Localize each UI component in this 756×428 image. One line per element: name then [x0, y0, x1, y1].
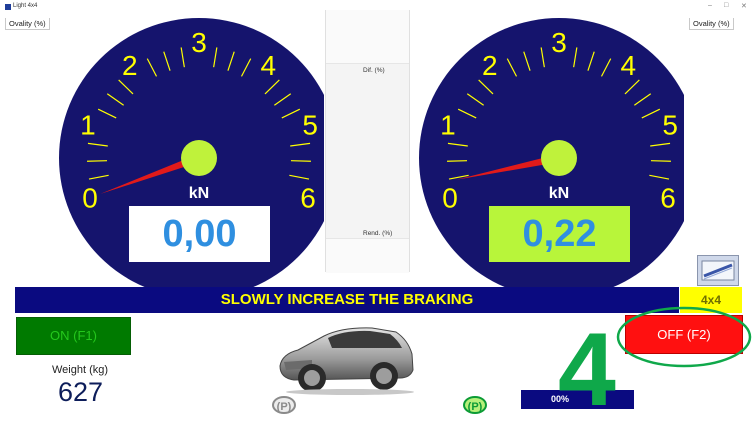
gauge-scale-label: 1 — [80, 110, 96, 141]
gauge-scale-label: 2 — [122, 50, 138, 81]
car-image — [279, 327, 414, 395]
gauge-tick — [290, 160, 311, 162]
gauge-unit-label: kN — [189, 185, 209, 202]
gauge-scale-label: 6 — [660, 183, 676, 214]
right-force-readout: 0,22 — [489, 206, 630, 262]
gauge-unit-label: kN — [549, 185, 569, 202]
status-banner: SLOWLY INCREASE THE BRAKING — [15, 287, 679, 313]
gauge-scale-label: 6 — [300, 183, 316, 214]
gauge-tick — [447, 160, 468, 162]
gauge-scale-label: 2 — [482, 50, 498, 81]
window-title: Light 4x4 — [13, 3, 38, 9]
pen-icon — [701, 260, 735, 281]
parking-brake-left-icon: (P) — [272, 396, 296, 414]
left-gauge: 0 1 2 3 4 5 6 kN 0,00 — [17, 10, 324, 287]
gauge-scale-label: 3 — [551, 27, 567, 58]
maximize-button[interactable]: □ — [724, 2, 728, 9]
gauge-scale-label: 4 — [620, 50, 636, 81]
gauge-tick — [87, 160, 108, 162]
gauge-hub — [181, 140, 217, 176]
gauge-scale-label: 0 — [442, 183, 458, 214]
edit-button[interactable] — [697, 255, 739, 286]
left-force-readout: 0,00 — [129, 206, 270, 262]
gauge-tick — [650, 160, 671, 162]
close-button[interactable]: ✕ — [741, 2, 747, 10]
right-gauge: 0 1 2 3 4 5 6 kN 0,22 — [377, 10, 684, 287]
step-number: 4 — [558, 312, 616, 428]
on-button[interactable]: ON (F1) — [16, 317, 131, 355]
gauge-scale-label: 4 — [260, 50, 276, 81]
gauge-scale-label: 5 — [662, 110, 678, 141]
ovality-right-label: Ovality (%) — [689, 18, 734, 30]
gauge-hub — [541, 140, 577, 176]
gauge-scale-label: 3 — [191, 27, 207, 58]
parking-brake-right-icon: (P) — [463, 396, 487, 414]
gauge-scale-label: 0 — [82, 183, 98, 214]
gauge-scale-label: 5 — [302, 110, 318, 141]
weight-value: 627 — [58, 377, 104, 407]
gauge-scale-label: 1 — [440, 110, 456, 141]
weight-label: Weight (kg) — [52, 364, 109, 376]
highlight-ellipse — [616, 306, 752, 368]
app-icon — [5, 4, 11, 10]
minimize-button[interactable]: – — [708, 2, 712, 9]
